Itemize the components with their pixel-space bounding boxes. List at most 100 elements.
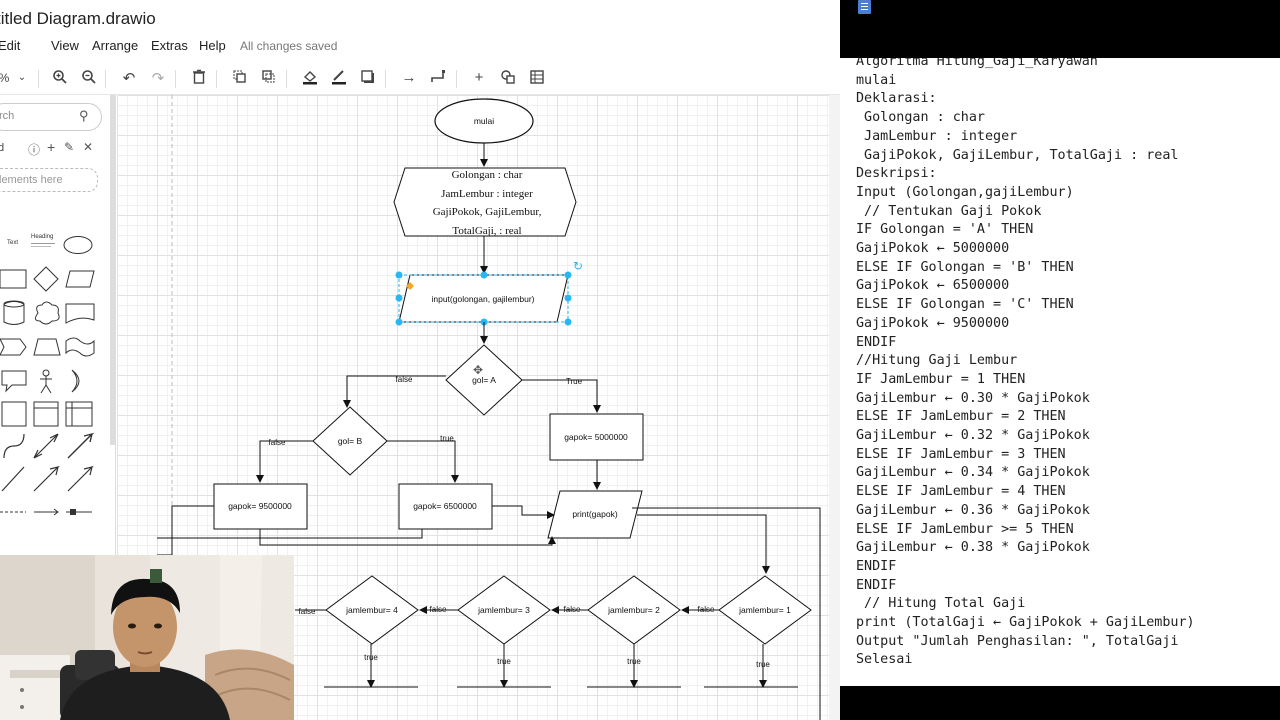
- menu-help[interactable]: Help: [199, 38, 226, 53]
- ellipse-shape[interactable]: [62, 235, 94, 255]
- document-icon: [858, 0, 871, 14]
- code-line: ELSE IF JamLembur = 4 THEN: [856, 484, 1066, 500]
- decl-line-1: Golongan : char: [452, 169, 523, 181]
- code-line: Selesai: [856, 652, 913, 668]
- help-icon[interactable]: ⓘ: [28, 141, 40, 158]
- edge-golb-true: [387, 440, 459, 483]
- selection-handle: [395, 294, 403, 302]
- waypoints-icon[interactable]: [428, 69, 448, 89]
- jam3-label: jamlembur= 3: [477, 605, 530, 615]
- code-line: ENDIF: [856, 577, 897, 593]
- code-line: mulai: [856, 72, 897, 88]
- code-line: GajiPokok, GajiLembur, TotalGaji : real: [856, 147, 1179, 163]
- dropzone-hint: lements here: [0, 174, 63, 186]
- code-line: Output "Jumlah Penghasilan: ", TotalGaji: [856, 633, 1179, 649]
- menu-extras[interactable]: Extras: [151, 38, 188, 53]
- start-label: mulai: [474, 116, 494, 126]
- pseudocode-document[interactable]: Algoritma Hitung_Gaji_Karyawan mulai Dekla…: [840, 58, 1280, 686]
- shapes-icon[interactable]: [498, 69, 518, 89]
- edge-label-true-3: true: [756, 660, 770, 669]
- left-panel-scrollbar[interactable]: [110, 95, 115, 445]
- to-front-icon[interactable]: [230, 69, 250, 89]
- insert-icon[interactable]: +: [469, 69, 489, 86]
- edit-icon[interactable]: ✎: [64, 140, 74, 154]
- edge-label-true-5: true: [497, 657, 511, 666]
- code-line: GajiLembur ← 0.32 * GajiPokok: [856, 428, 1090, 443]
- code-line: GajiLembur ← 0.34 * GajiPokok: [856, 465, 1090, 481]
- edge-print-jam1: [637, 514, 770, 574]
- edge-left-loop-2: [157, 529, 423, 539]
- code-line: IF JamLembur = 1 THEN: [856, 371, 1026, 387]
- shapes-row-2[interactable]: [0, 265, 100, 295]
- code-line: ELSE IF JamLembur >= 5 THEN: [856, 521, 1074, 537]
- code-line: // Tentukan Gaji Pokok: [856, 203, 1042, 219]
- zoom-in-icon[interactable]: [50, 69, 70, 89]
- shapes-row-3[interactable]: [0, 299, 100, 329]
- add-icon[interactable]: +: [47, 139, 55, 155]
- section-chevron-icon[interactable]: d: [0, 142, 4, 154]
- code-line: GajiLembur ← 0.38 * GajiPokok: [856, 540, 1090, 556]
- decl-line-4: TotalGaji, : real: [452, 225, 521, 237]
- code-line: GajiPokok ← 9500000: [856, 315, 1010, 331]
- code-line: //Hitung Gaji Lembur: [856, 353, 1018, 369]
- gapok-9500000-label: gapok= 9500000: [228, 501, 292, 511]
- text-shape[interactable]: Text: [7, 240, 18, 246]
- edge-label-false-3: false: [698, 605, 715, 614]
- rotate-handle-icon: ↻: [573, 259, 583, 273]
- fill-color-icon[interactable]: [300, 69, 320, 89]
- edge-label-false-4: false: [564, 605, 581, 614]
- code-line: GajiLembur ← 0.30 * GajiPokok: [856, 390, 1090, 406]
- menu-view[interactable]: View: [51, 38, 79, 53]
- jam2-label: jamlembur= 2: [607, 605, 660, 615]
- to-back-icon[interactable]: [259, 69, 279, 89]
- document-title[interactable]: titled Diagram.drawio: [0, 9, 156, 29]
- code-line: Deklarasi:: [856, 91, 937, 107]
- search-icon[interactable]: ⚲: [79, 108, 89, 124]
- shapes-row-6[interactable]: [0, 399, 100, 429]
- undo-icon[interactable]: ↶: [119, 69, 139, 87]
- edge-label-false-2: false: [269, 438, 286, 447]
- print-label: print(gapok): [572, 509, 618, 519]
- shapes-row-5[interactable]: [0, 367, 100, 397]
- selection-handle: [395, 271, 403, 279]
- shapes-row-4[interactable]: [0, 333, 100, 363]
- code-line: print (TotalGaji ← GajiPokok + GajiLembu…: [856, 615, 1195, 630]
- delete-icon[interactable]: [189, 69, 209, 89]
- shadow-icon[interactable]: [358, 69, 378, 89]
- zoom-dropdown-icon[interactable]: ⌄: [12, 72, 32, 83]
- connection-icon[interactable]: →: [399, 69, 419, 86]
- code-line: Golongan : char: [856, 110, 985, 126]
- webcam-overlay: [0, 555, 294, 720]
- code-line: ELSE IF Golongan = 'C' THEN: [856, 297, 1074, 313]
- code-line: ENDIF: [856, 558, 897, 574]
- code-line: GajiPokok ← 5000000: [856, 241, 1010, 256]
- edge-golb-false: [256, 440, 313, 483]
- edge-label-false-6: false: [299, 607, 316, 616]
- code-line: ELSE IF Golongan = 'B' THEN: [856, 259, 1074, 275]
- menu-edit[interactable]: Edit: [0, 38, 20, 53]
- input-label: input(golongan, gajilembur): [431, 294, 534, 304]
- shape-search-input[interactable]: rch ⚲: [0, 103, 102, 131]
- code-line: Input (Golongan,gajiLembur): [856, 184, 1074, 200]
- heading-shape-label: Heading: [31, 234, 54, 240]
- scratchpad-dropzone[interactable]: lements here: [0, 168, 98, 192]
- table-icon[interactable]: [527, 69, 547, 89]
- menu-arrange[interactable]: Arrange: [92, 38, 138, 53]
- shapes-row-8[interactable]: [0, 465, 100, 495]
- gapok-5000000-label: gapok= 5000000: [564, 432, 628, 442]
- close-icon[interactable]: ✕: [83, 140, 93, 154]
- decl-line-3: GajiPokok, GajiLembur,: [433, 206, 542, 218]
- edge-gapok65-print: [492, 505, 555, 519]
- zoom-out-icon[interactable]: [79, 69, 99, 89]
- shapes-row-7[interactable]: [0, 432, 100, 462]
- edge-label-false-5: false: [430, 605, 447, 614]
- canvas-scrollbar[interactable]: [829, 95, 840, 720]
- line-color-icon[interactable]: [329, 69, 349, 89]
- heading-shape[interactable]: Heading: [31, 234, 55, 247]
- code-line: IF Golongan = 'A' THEN: [856, 222, 1034, 238]
- redo-icon[interactable]: ↷: [148, 69, 168, 87]
- shapes-row-9[interactable]: [0, 505, 100, 519]
- edge-label-true-6: true: [364, 653, 378, 662]
- code-line: ELSE IF JamLembur = 3 THEN: [856, 446, 1066, 462]
- drawio-window: titled Diagram.drawio Edit View Arrange …: [0, 0, 840, 720]
